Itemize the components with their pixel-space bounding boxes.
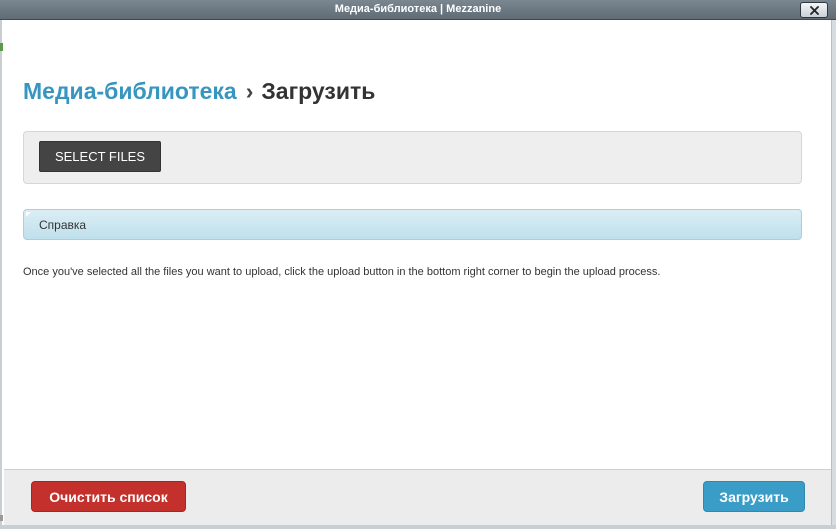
close-icon: [809, 5, 819, 15]
window-frame-right: [831, 20, 836, 529]
breadcrumb-separator: ›: [245, 78, 254, 104]
help-text: Once you've selected all the files you w…: [23, 266, 661, 278]
window-title: Медиа-библиотека | Mezzanine: [334, 3, 502, 15]
clear-list-button[interactable]: Очистить список: [31, 481, 186, 512]
window-edge-marker: [0, 43, 3, 51]
breadcrumb: Медиа-библиотека › Загрузить: [23, 78, 375, 105]
select-files-button[interactable]: SELECT FILES: [39, 141, 161, 172]
collapse-corner-icon: [26, 212, 31, 217]
window-frame-left: [0, 20, 2, 529]
window-titlebar: Медиа-библиотека | Mezzanine: [0, 0, 836, 20]
help-panel-title: Справка: [39, 218, 87, 232]
dialog-content: Медиа-библиотека › Загрузить SELECT FILES …: [4, 20, 831, 469]
close-button[interactable]: [800, 2, 828, 18]
upload-button[interactable]: Загрузить: [703, 481, 805, 512]
dialog-footer: Очистить список Загрузить: [4, 469, 831, 526]
window-frame-bottom: [0, 525, 836, 529]
help-panel-header[interactable]: Справка: [23, 209, 802, 240]
breadcrumb-media-library-link[interactable]: Медиа-библиотека: [23, 78, 237, 104]
window-edge-marker: [0, 515, 3, 521]
file-select-panel: SELECT FILES: [23, 131, 802, 184]
page-title: Загрузить: [261, 78, 376, 104]
